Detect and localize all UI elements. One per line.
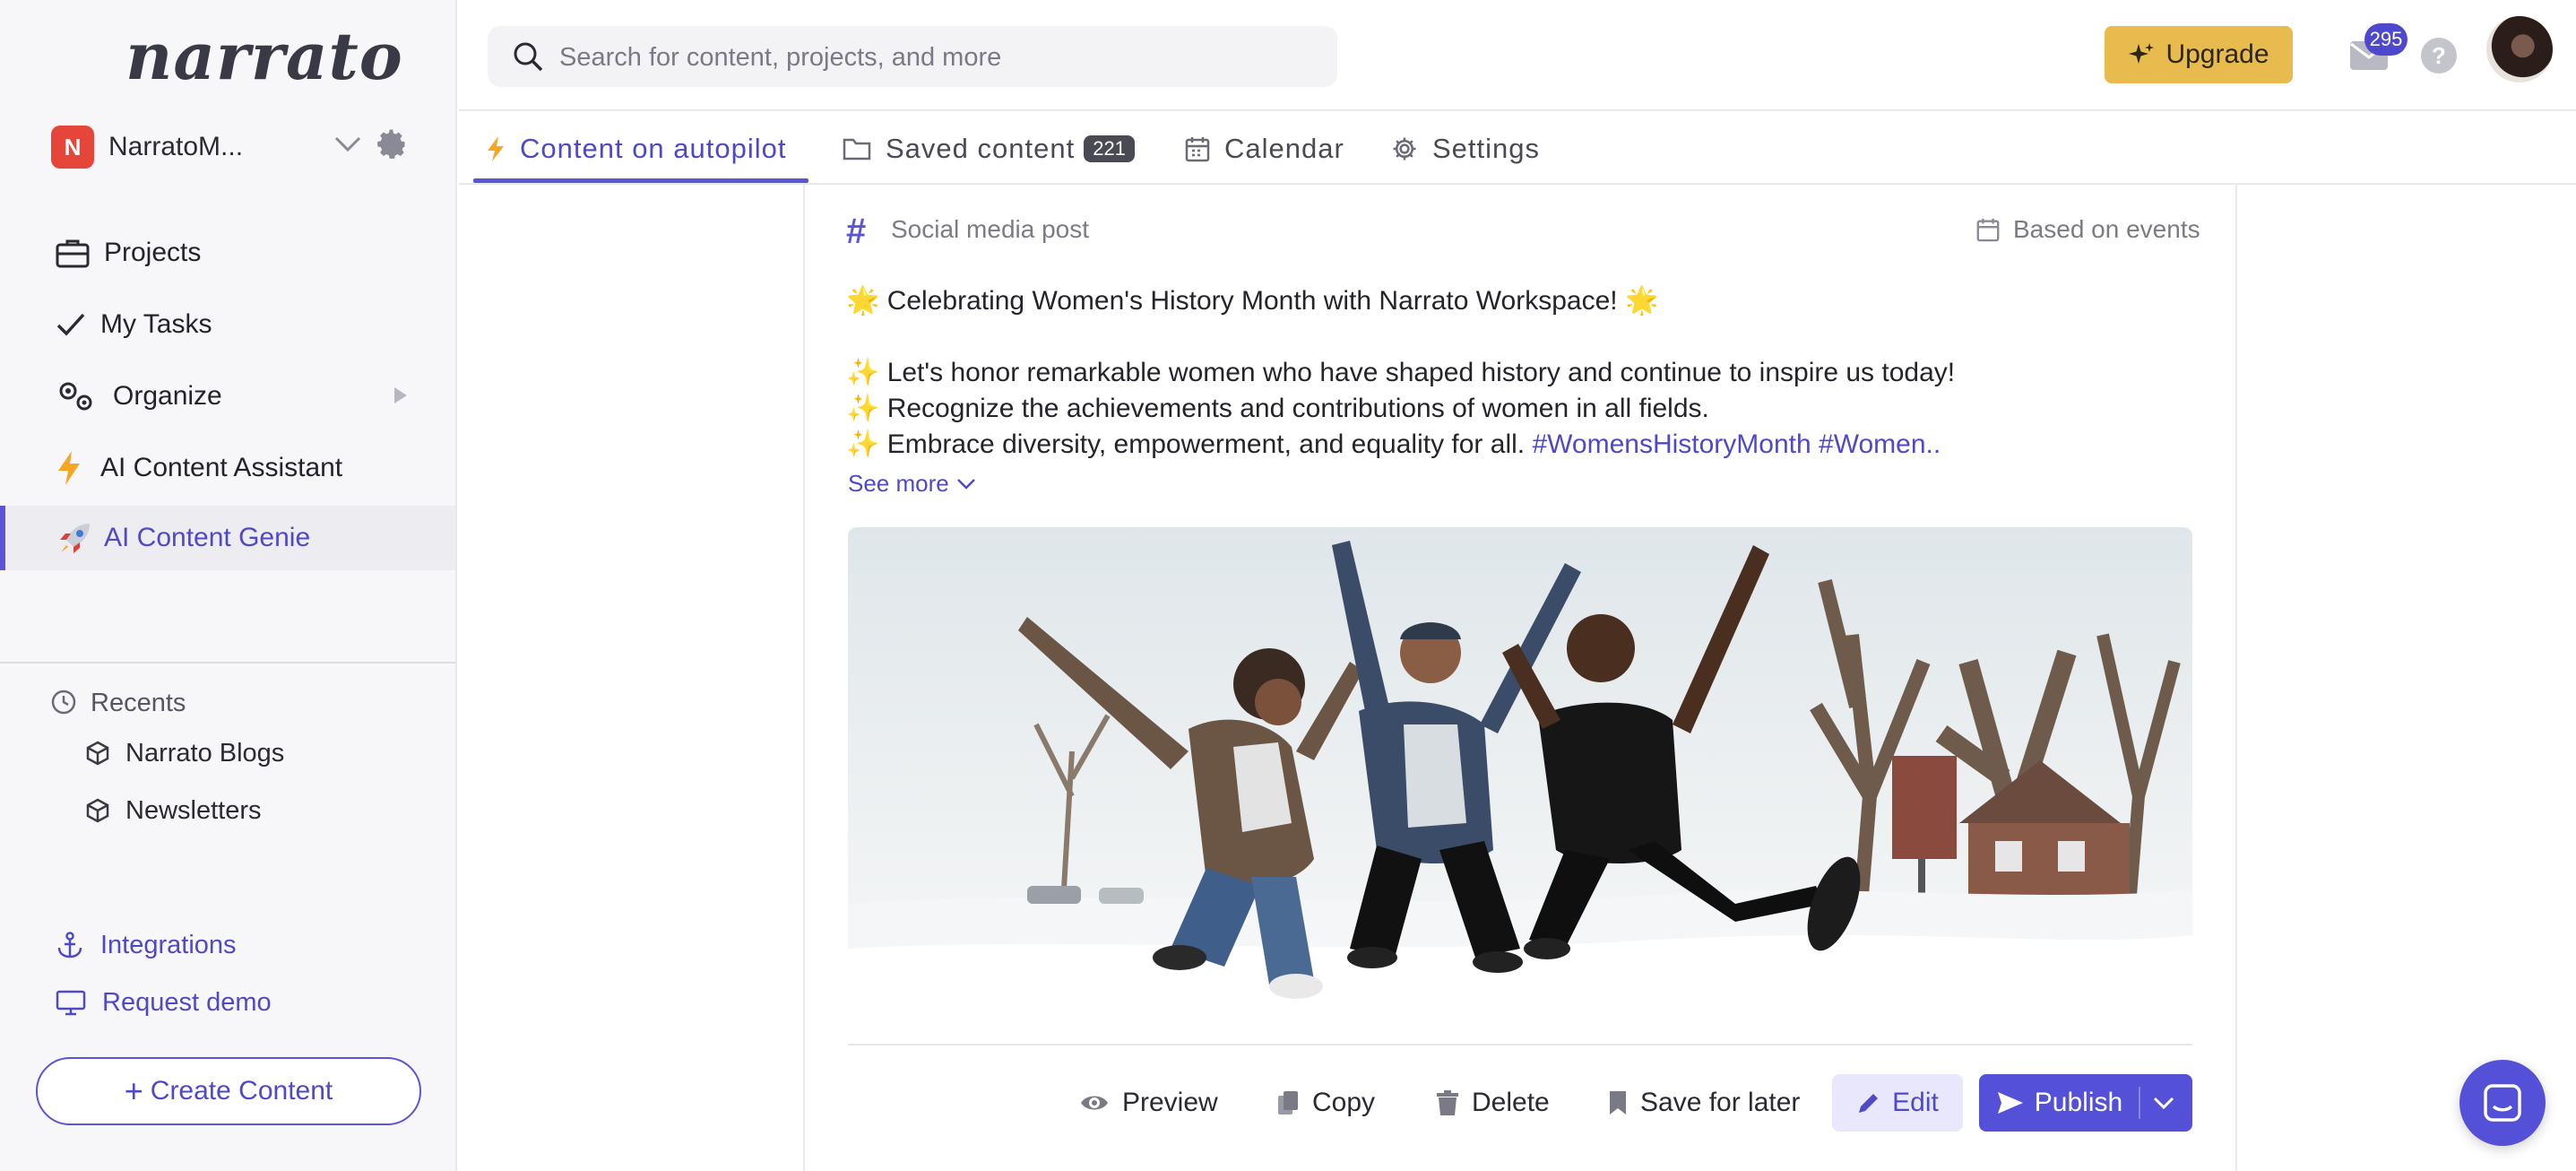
sidebar-item-label: My Tasks <box>100 309 212 339</box>
recent-item-label: Newsletters <box>125 795 262 825</box>
post-text-line: ✨ Embrace diversity, empowerment, and eq… <box>846 429 1941 460</box>
sidebar-item-ai-content-genie[interactable]: AI Content Genie <box>0 506 455 570</box>
expand-caret-icon[interactable] <box>394 387 407 403</box>
see-more-label: See more <box>848 470 949 497</box>
upgrade-button[interactable]: Upgrade <box>2105 26 2293 83</box>
monitor-icon <box>56 989 86 1016</box>
calendar-icon <box>1185 137 1210 162</box>
check-icon <box>56 311 86 338</box>
post-source-label: Based on events <box>2013 215 2200 243</box>
user-avatar[interactable] <box>2486 16 2553 82</box>
sparkle-icon <box>2129 43 2155 64</box>
rocket-icon <box>57 520 93 556</box>
recent-item-label: Narrato Blogs <box>125 738 285 768</box>
send-icon <box>1997 1092 2023 1114</box>
clock-icon <box>50 689 77 716</box>
sidebar-divider <box>0 662 455 664</box>
request-demo-label: Request demo <box>102 987 272 1017</box>
plus-icon: + <box>124 1072 143 1109</box>
actions-divider <box>848 1044 2192 1045</box>
chevron-down-icon[interactable] <box>333 134 362 154</box>
mail-count-badge: 295 <box>2364 23 2407 56</box>
lightning-icon <box>56 450 82 486</box>
svg-text:?: ? <box>2432 42 2446 69</box>
lightning-icon <box>488 136 504 161</box>
copy-icon <box>1278 1091 1298 1115</box>
publish-button[interactable]: Publish <box>1979 1074 2192 1132</box>
delete-button[interactable]: Delete <box>1436 1074 1550 1132</box>
hashtag-icon: # <box>846 212 867 251</box>
anchor-icon <box>56 931 84 959</box>
post-text: ✨ Embrace diversity, empowerment, and eq… <box>846 429 1533 459</box>
sidebar-item-label: Organize <box>113 381 222 411</box>
sidebar-item-my-tasks[interactable]: My Tasks <box>0 292 455 357</box>
sidebar-item-organize[interactable]: Organize <box>0 364 455 429</box>
eye-icon <box>1081 1096 1108 1110</box>
cube-icon <box>84 797 111 824</box>
trash-icon <box>1437 1090 1458 1115</box>
tab-label: Saved content <box>886 133 1076 164</box>
integrations-label: Integrations <box>100 930 237 959</box>
preview-button[interactable]: Preview <box>1079 1074 1218 1132</box>
chat-icon <box>2484 1084 2521 1122</box>
request-demo-link[interactable]: Request demo <box>56 983 272 1022</box>
help-icon[interactable]: ? <box>2420 37 2458 74</box>
delete-label: Delete <box>1472 1088 1550 1117</box>
chevron-down-icon[interactable] <box>2153 1096 2174 1110</box>
search-icon <box>511 39 545 74</box>
post-text-line: ✨ Let's honor remarkable women who have … <box>846 358 1956 387</box>
tab-label: Settings <box>1432 133 1541 164</box>
tab-settings[interactable]: Settings <box>1391 113 1540 185</box>
active-tab-indicator <box>473 178 808 183</box>
tab-label: Content on autopilot <box>520 133 787 164</box>
publish-label: Publish <box>2034 1088 2123 1117</box>
integrations-link[interactable]: Integrations <box>56 925 237 965</box>
sidebar-item-label: AI Content Assistant <box>100 453 343 482</box>
edit-button[interactable]: Edit <box>1832 1074 1963 1132</box>
upgrade-label: Upgrade <box>2165 39 2269 69</box>
copy-button[interactable]: Copy <box>1276 1074 1375 1132</box>
saved-count-badge: 221 <box>1084 135 1135 162</box>
tab-saved-content[interactable]: Saved content 221 <box>843 113 1135 185</box>
gear-icon <box>1393 137 1416 160</box>
gear-icon[interactable] <box>376 128 409 160</box>
tab-label: Calendar <box>1224 133 1344 164</box>
copy-label: Copy <box>1312 1088 1376 1117</box>
sidebar-item-projects[interactable]: Projects <box>0 221 455 285</box>
post-text-line: 🌟 Celebrating Women's History Month with… <box>846 286 1659 316</box>
post-image[interactable] <box>848 527 2192 1016</box>
save-for-later-button[interactable]: Save for later <box>1608 1074 1800 1132</box>
save-for-later-label: Save for later <box>1640 1088 1801 1117</box>
bookmark-icon <box>1610 1091 1626 1115</box>
calendar-icon <box>1975 217 2001 242</box>
chat-widget-button[interactable] <box>2459 1060 2546 1146</box>
tab-content-on-autopilot[interactable]: Content on autopilot <box>486 113 787 185</box>
sidebar-item-label: Projects <box>104 238 202 267</box>
recent-item-newsletters[interactable]: Newsletters <box>84 793 262 828</box>
post-type-label: Social media post <box>891 215 1090 243</box>
see-more-link[interactable]: See more <box>848 470 976 498</box>
cube-icon <box>84 740 111 767</box>
sidebar-item-label: AI Content Genie <box>104 523 311 552</box>
sidebar-item-ai-content-assistant[interactable]: AI Content Assistant <box>0 436 455 500</box>
publish-divider <box>2139 1087 2141 1119</box>
edit-label: Edit <box>1892 1088 1939 1117</box>
hashtag-links[interactable]: #WomensHistoryMonth #Women.. <box>1532 429 1941 459</box>
workspace-avatar[interactable]: N <box>51 126 94 169</box>
folder-icon <box>843 138 871 160</box>
post-text-line: ✨ Recognize the achievements and contrib… <box>846 394 1709 423</box>
narrato-logo[interactable]: narrato <box>125 18 403 94</box>
search-input[interactable] <box>558 26 1332 89</box>
recent-item-narrato-blogs[interactable]: Narrato Blogs <box>84 735 284 771</box>
preview-label: Preview <box>1122 1088 1218 1117</box>
workspace-name[interactable]: NarratoM... <box>108 132 243 162</box>
create-content-label: Create Content <box>150 1076 333 1106</box>
create-content-button[interactable]: + Create Content <box>36 1057 421 1125</box>
briefcase-icon <box>56 238 90 268</box>
pencil-icon <box>1859 1094 1879 1113</box>
chevron-down-icon <box>956 478 975 490</box>
tab-calendar[interactable]: Calendar <box>1185 113 1344 185</box>
recents-heading: Recents <box>91 689 186 717</box>
gears-icon <box>56 379 97 413</box>
